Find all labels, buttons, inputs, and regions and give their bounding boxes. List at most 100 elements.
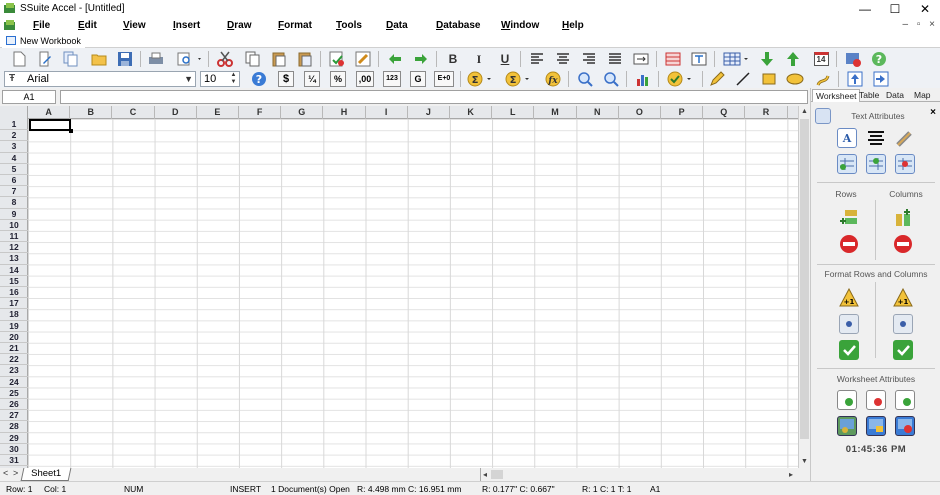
percent-format-button[interactable]: %	[330, 71, 346, 87]
row-header[interactable]: 20	[0, 332, 28, 343]
cut-icon[interactable]	[216, 50, 234, 68]
add-cells-icon[interactable]	[866, 154, 886, 174]
column-header[interactable]: G	[281, 106, 324, 119]
row-header[interactable]: 3	[0, 141, 28, 153]
function-help-icon[interactable]: ?	[250, 70, 268, 88]
worksheet-background-icon[interactable]	[837, 416, 857, 436]
side-tab-data[interactable]: Data	[883, 89, 907, 102]
row-height-icon[interactable]: +1	[839, 288, 859, 308]
row-header[interactable]: 11	[0, 231, 28, 243]
column-header[interactable]: N	[577, 106, 619, 119]
row-header[interactable]: 28	[0, 421, 28, 433]
copy-icon[interactable]	[244, 50, 262, 68]
menu-help[interactable]: Help	[562, 20, 584, 31]
menu-window[interactable]: Window	[501, 20, 539, 31]
pencil-draw-icon[interactable]	[708, 70, 726, 88]
table-format-icon[interactable]	[664, 50, 682, 68]
merge-cells-icon[interactable]	[632, 50, 650, 68]
align-right-icon[interactable]	[580, 50, 598, 68]
document-menu-icon[interactable]	[4, 20, 16, 34]
row-header[interactable]: 9	[0, 209, 28, 220]
menu-insert[interactable]: Insert	[173, 20, 200, 31]
sort-descending-icon[interactable]	[758, 50, 776, 68]
insert-column-icon[interactable]	[893, 208, 913, 228]
scientific-format-button[interactable]: E+0	[434, 71, 454, 87]
formula-input[interactable]	[60, 90, 808, 104]
help-icon[interactable]: ?	[870, 50, 888, 68]
scroll-down-icon[interactable]: ▼	[799, 456, 810, 468]
save-icon[interactable]	[116, 50, 134, 68]
row-header[interactable]: 12	[0, 242, 28, 254]
row-header[interactable]: 16	[0, 287, 28, 299]
column-header[interactable]: B	[70, 106, 113, 119]
side-tab-map[interactable]: Map	[911, 89, 934, 102]
scroll-up-icon[interactable]: ▲	[799, 106, 810, 118]
row-header[interactable]: 8	[0, 197, 28, 209]
underline-button[interactable]: U	[496, 50, 514, 68]
add-worksheet-icon[interactable]	[837, 390, 857, 410]
new-file-icon[interactable]	[10, 50, 28, 68]
open-folder-icon[interactable]	[90, 50, 108, 68]
redo-icon[interactable]	[412, 50, 430, 68]
line-draw-icon[interactable]	[734, 70, 752, 88]
autosum-icon[interactable]: Σ	[466, 70, 496, 88]
send-to-back-icon[interactable]	[872, 70, 890, 88]
cell-area[interactable]	[28, 119, 798, 468]
undo-icon[interactable]	[386, 50, 404, 68]
column-header[interactable]: F	[239, 106, 282, 119]
row-header[interactable]: 22	[0, 354, 28, 366]
menu-format[interactable]: Format	[278, 20, 312, 31]
menu-edit[interactable]: Edit	[78, 20, 97, 31]
zoom-in-icon[interactable]	[576, 70, 594, 88]
scroll-right-icon[interactable]: ▸	[789, 468, 793, 481]
copy-document-icon[interactable]	[62, 50, 80, 68]
align-left-icon[interactable]	[528, 50, 546, 68]
delete-column-icon[interactable]	[893, 234, 913, 254]
sheet-tab-sheet1[interactable]: Sheet1	[20, 468, 72, 481]
insert-row-icon[interactable]	[839, 208, 859, 228]
column-header[interactable]: H	[323, 106, 366, 119]
column-header[interactable]: R	[745, 106, 788, 119]
row-header[interactable]: 25	[0, 388, 28, 399]
row-header[interactable]: 6	[0, 175, 28, 187]
active-cell-a1[interactable]	[29, 119, 73, 133]
close-document-icon[interactable]	[844, 50, 862, 68]
insert-textbox-icon[interactable]	[690, 50, 708, 68]
protect-worksheet-icon[interactable]	[866, 416, 886, 436]
paste-icon[interactable]	[270, 50, 288, 68]
column-header[interactable]: P	[661, 106, 704, 119]
italic-button[interactable]: I	[470, 50, 488, 68]
freeform-draw-icon[interactable]	[814, 70, 832, 88]
row-header[interactable]: 10	[0, 220, 28, 231]
insert-function-icon[interactable]: fx	[544, 70, 562, 88]
menu-view[interactable]: View	[123, 20, 146, 31]
remove-worksheet-icon[interactable]	[866, 390, 886, 410]
row-header[interactable]: 21	[0, 343, 28, 355]
row-header[interactable]: 17	[0, 298, 28, 310]
sheet-nav-prev[interactable]: <	[3, 468, 8, 478]
calendar-icon[interactable]: 14	[812, 50, 830, 68]
font-size-spinner[interactable]: ▲ ▼	[229, 72, 238, 86]
select-all-corner[interactable]	[0, 106, 28, 119]
column-header[interactable]: E	[197, 106, 239, 119]
statistics-icon[interactable]: Σ	[504, 70, 534, 88]
font-name-select[interactable]: Ŧ Arial ▼	[4, 71, 196, 87]
zoom-out-icon[interactable]	[602, 70, 620, 88]
row-header[interactable]: 13	[0, 253, 28, 265]
sheet-nav-next[interactable]: >	[13, 468, 18, 478]
row-header[interactable]: 24	[0, 377, 28, 388]
delete-row-icon[interactable]	[839, 234, 859, 254]
insert-worksheet-icon[interactable]	[895, 390, 915, 410]
row-apply-icon[interactable]	[839, 340, 859, 360]
row-header[interactable]: 31	[0, 455, 28, 467]
rectangle-draw-icon[interactable]	[760, 70, 778, 88]
row-header[interactable]: 18	[0, 309, 28, 321]
sort-ascending-icon[interactable]	[784, 50, 802, 68]
vertical-scroll-thumb[interactable]	[800, 119, 809, 439]
row-header[interactable]: 19	[0, 321, 28, 332]
column-header[interactable]: Q	[703, 106, 746, 119]
row-header[interactable]: 4	[0, 153, 28, 164]
close-button[interactable]: ✕	[910, 0, 940, 18]
side-panel-close-button[interactable]: ×	[930, 107, 936, 118]
menu-data[interactable]: Data	[386, 20, 408, 31]
